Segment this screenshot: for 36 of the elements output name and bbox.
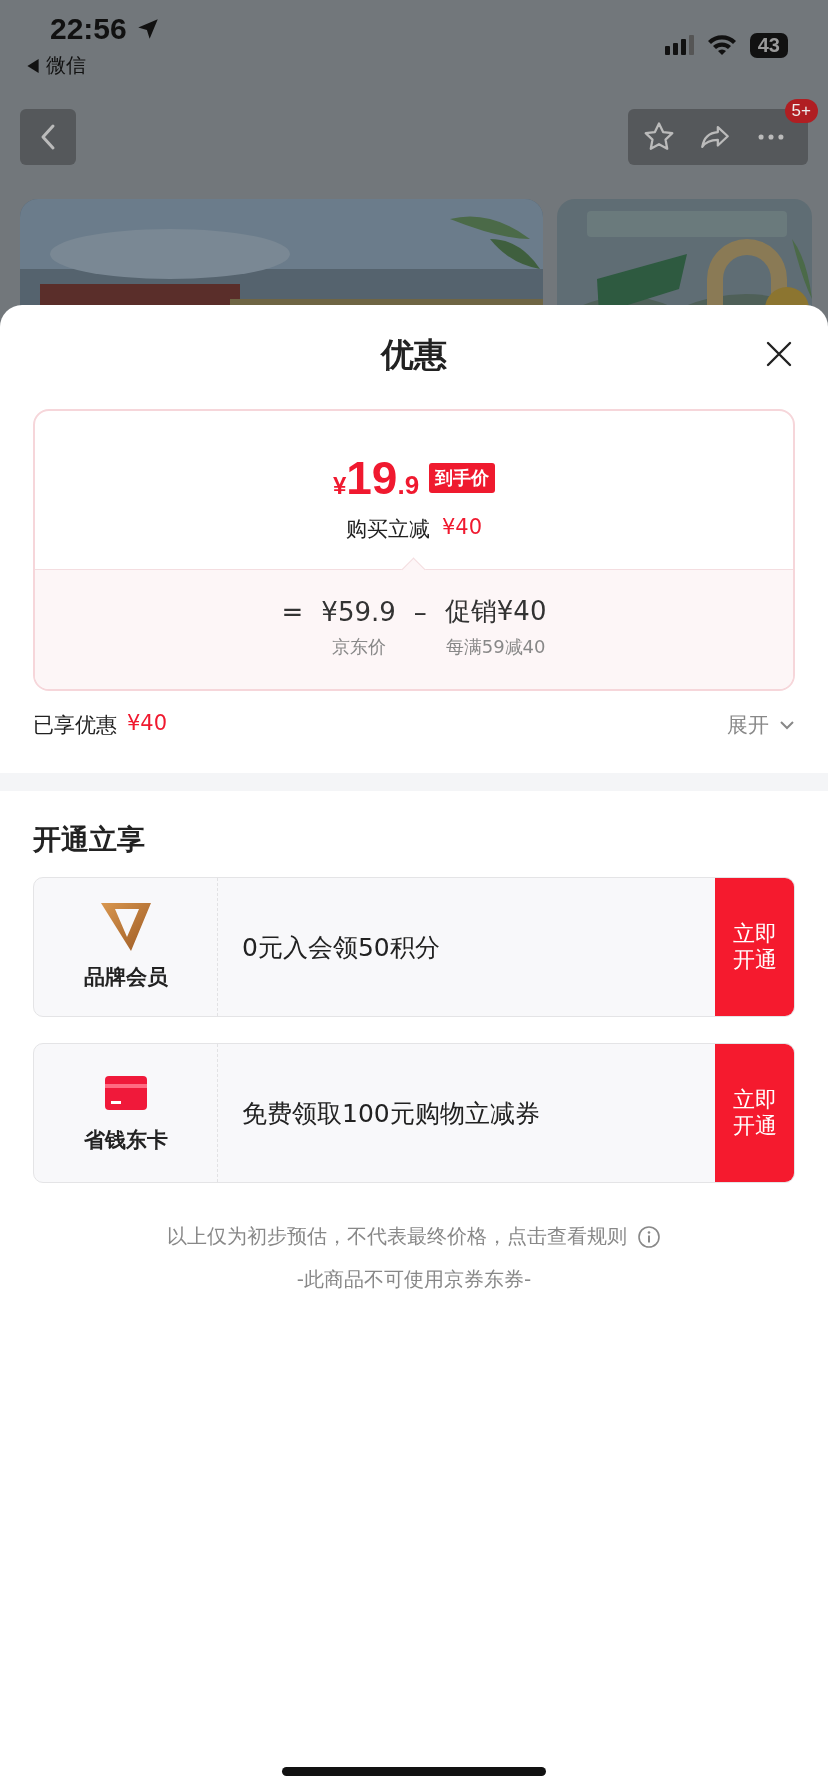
promo-caption: 每满59减40 bbox=[444, 635, 547, 659]
base-price-caption: 京东价 bbox=[330, 635, 387, 659]
chevron-down-icon bbox=[779, 720, 795, 730]
final-price: ¥19.9 bbox=[332, 451, 420, 505]
close-icon bbox=[766, 341, 792, 367]
enjoyed-label: 已享优惠 bbox=[33, 712, 117, 739]
v-logo-icon bbox=[100, 903, 151, 951]
offer-description: 0元入会领50积分 bbox=[241, 931, 441, 964]
promo-discount: 促销¥40 bbox=[444, 595, 547, 628]
offer-name: 品牌会员 bbox=[83, 964, 168, 991]
price-tag: 到手价 bbox=[429, 463, 496, 493]
close-button[interactable] bbox=[766, 341, 792, 367]
battery-level: 43 bbox=[749, 32, 788, 58]
minus-sign: – bbox=[413, 596, 427, 627]
base-price: ¥59.9 bbox=[321, 596, 396, 627]
back-to-app-link[interactable]: 微信 bbox=[46, 52, 86, 79]
info-icon[interactable] bbox=[637, 1224, 661, 1249]
offer-description: 免费领取100元购物立减券 bbox=[241, 1097, 541, 1130]
estimate-notice[interactable]: 以上仅为初步预估，不代表最终价格，点击查看规则 bbox=[167, 1223, 627, 1250]
coupon-rule-note: -此商品不可使用京券东券- bbox=[295, 1266, 533, 1293]
sheet-title: 优惠 bbox=[381, 333, 447, 376]
equals-sign: = bbox=[281, 596, 304, 627]
enjoyed-amount: ¥40 bbox=[127, 711, 168, 737]
chevron-left-icon bbox=[40, 123, 56, 151]
section-title: 开通立享 bbox=[32, 822, 146, 858]
status-time: 22:56 bbox=[50, 12, 127, 46]
offer-name: 省钱东卡 bbox=[83, 1127, 168, 1154]
reduction-amount: ¥40 bbox=[441, 515, 483, 541]
activate-button[interactable]: 立即开通 bbox=[715, 878, 794, 1016]
expand-toggle[interactable]: 展开 bbox=[727, 711, 795, 739]
signal-icon bbox=[664, 35, 694, 55]
back-triangle-icon[interactable] bbox=[26, 58, 40, 73]
reduction-label: 购买立减 bbox=[345, 516, 430, 543]
back-button[interactable] bbox=[20, 109, 76, 165]
activate-button[interactable]: 立即开通 bbox=[715, 1044, 794, 1182]
notification-badge: 5+ bbox=[784, 99, 818, 123]
